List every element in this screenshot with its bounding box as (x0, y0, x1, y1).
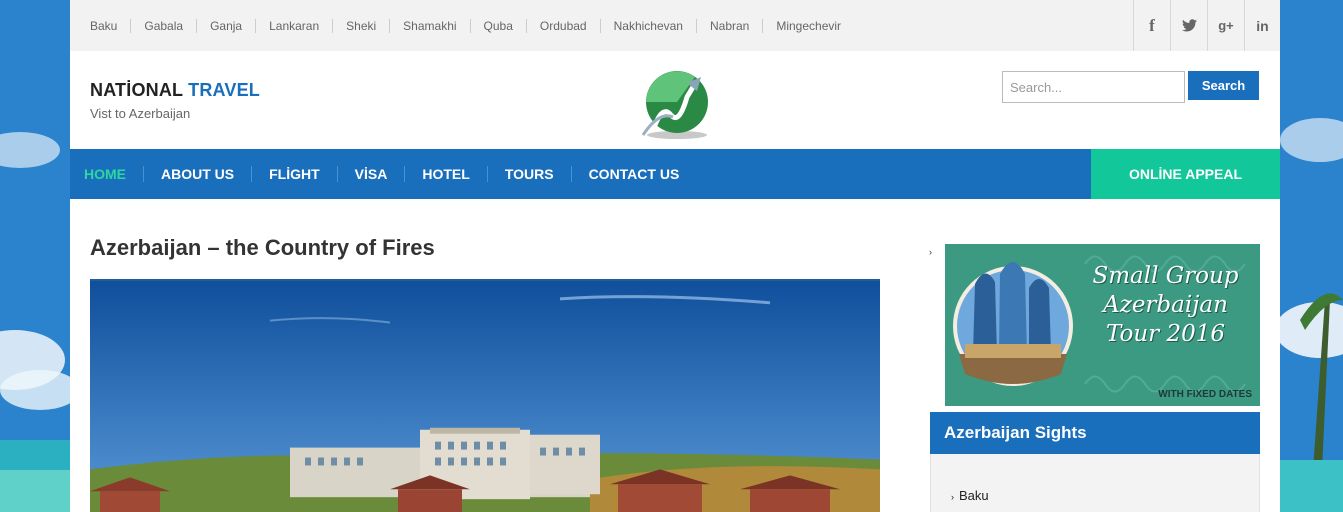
top-bar: Baku Gabala Ganja Lankaran Sheki Shamakh… (70, 0, 1280, 51)
brand-tagline: Vist to Azerbaijan (90, 106, 191, 121)
search-input[interactable] (1002, 71, 1185, 103)
nav-tours[interactable]: TOURS (488, 166, 572, 182)
search-form: Search (1002, 71, 1259, 103)
nav-home[interactable]: HOME (70, 166, 144, 182)
city-link-ganja[interactable]: Ganja (197, 19, 257, 33)
search-button[interactable]: Search (1188, 71, 1259, 100)
sight-label: Baku (959, 488, 989, 503)
nav-hotel[interactable]: HOTEL (405, 166, 488, 182)
nav-flight[interactable]: FLİGHT (252, 166, 338, 182)
page-container: Baku Gabala Ganja Lankaran Sheki Shamakh… (70, 0, 1280, 512)
sights-list: › Baku (930, 454, 1260, 512)
site-logo[interactable] (635, 65, 715, 149)
background-left-sky (0, 0, 70, 512)
nav-contact-us[interactable]: CONTACT US (572, 166, 697, 182)
city-link-gabala[interactable]: Gabala (131, 19, 198, 33)
nav-about-us[interactable]: ABOUT US (144, 166, 253, 182)
city-link-ordubad[interactable]: Ordubad (527, 19, 601, 33)
city-link-sheki[interactable]: Sheki (333, 19, 391, 33)
linkedin-icon[interactable]: in (1244, 0, 1280, 51)
city-link-lankaran[interactable]: Lankaran (256, 19, 334, 33)
brand-title: NATİONAL TRAVEL (90, 80, 260, 101)
city-link-shamakhi[interactable]: Shamakhi (390, 19, 471, 33)
banner-line-1: Small Group (1092, 263, 1239, 289)
brand-title-part1: NATİONAL (90, 80, 189, 100)
brand-title-part2: TRAVEL (188, 80, 261, 100)
banner-footer-text: WITH FIXED DATES (1158, 389, 1252, 400)
main-nav: HOME ABOUT US FLİGHT VİSA HOTEL TOURS CO… (70, 149, 1280, 199)
bullet-arrow-icon: › (951, 492, 954, 502)
site-header: NATİONAL TRAVEL Vist to Azerbaijan Searc… (70, 51, 1280, 149)
sidebar-bullet-icon: › (929, 247, 932, 257)
post-featured-image[interactable] (90, 279, 880, 512)
google-plus-icon[interactable]: g+ (1207, 0, 1244, 51)
background-right-sky (1280, 0, 1343, 512)
banner-line-2: Azerbaijan (1103, 292, 1228, 318)
city-link-nakhichevan[interactable]: Nakhichevan (601, 19, 697, 33)
main-content: Azerbaijan – the Country of Fires › Smal… (70, 199, 1280, 512)
sight-link-baku[interactable]: › Baku (951, 488, 989, 503)
city-link-nabran[interactable]: Nabran (697, 19, 764, 33)
twitter-icon[interactable] (1170, 0, 1207, 51)
sights-widget-title: Azerbaijan Sights (930, 412, 1260, 454)
city-link-baku[interactable]: Baku (90, 19, 132, 33)
online-appeal-button[interactable]: ONLİNE APPEAL (1091, 149, 1280, 199)
city-link-mingechevir[interactable]: Mingechevir (763, 19, 854, 33)
post-title[interactable]: Azerbaijan – the Country of Fires (90, 235, 435, 261)
city-links: Baku Gabala Ganja Lankaran Sheki Shamakh… (90, 19, 854, 33)
social-links: f g+ in (1133, 0, 1280, 51)
banner-line-3: Tour 2016 (1105, 321, 1226, 347)
facebook-icon[interactable]: f (1133, 0, 1170, 51)
brand[interactable]: NATİONAL TRAVEL Vist to Azerbaijan (90, 80, 260, 121)
tour-promo-banner[interactable]: Small Group Azerbaijan Tour 2016 WITH FI… (945, 244, 1260, 406)
banner-headline: Small Group Azerbaijan Tour 2016 (1073, 262, 1258, 349)
city-link-quba[interactable]: Quba (471, 19, 527, 33)
nav-visa[interactable]: VİSA (338, 166, 406, 182)
